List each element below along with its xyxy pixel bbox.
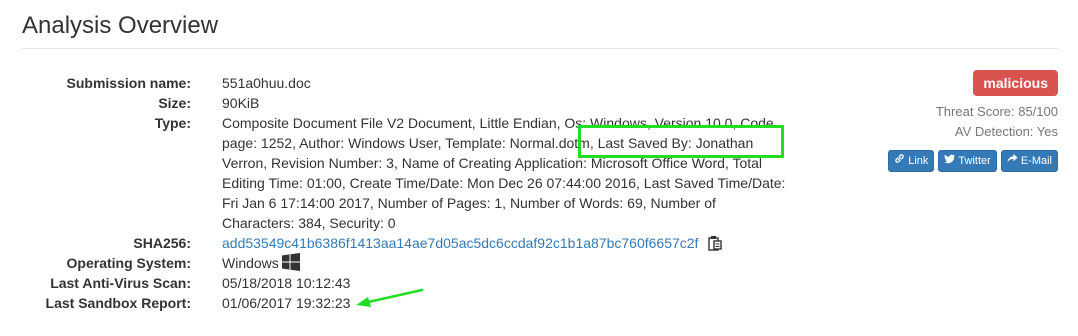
sha256-link[interactable]: add53549c41b6386f1413aa14ae7d05ac5dc6ccd… [222,233,698,253]
share-twitter-label: Twitter [958,155,991,167]
row-type: Type: Composite Document File V2 Documen… [0,113,800,233]
os-value: Windows [222,255,279,271]
av-detection: AV Detection: Yes [954,124,1058,139]
av-scan-label: Last Anti-Virus Scan: [50,275,191,291]
title-divider [22,48,1058,49]
os-label: Operating System: [66,255,191,271]
clipboard-icon[interactable] [708,235,723,251]
share-twitter-button[interactable]: Twitter [938,150,997,172]
sandbox-label: Last Sandbox Report: [45,295,191,311]
verdict-badge: malicious [973,70,1058,96]
sha256-value-container: add53549c41b6386f1413aa14ae7d05ac5dc6ccd… [222,233,787,253]
share-icon [1007,152,1018,170]
submission-name-label: Submission name: [66,75,191,91]
row-size: Size: 90KiB [0,93,800,113]
row-submission-name: Submission name: 551a0huu.doc [0,73,800,93]
windows-icon [281,253,300,271]
sha256-label: SHA256: [133,235,191,251]
twitter-icon [944,152,956,170]
sandbox-value: 01/06/2017 19:32:23 [222,295,351,311]
av-scan-value: 05/18/2018 10:12:43 [222,275,351,291]
row-operating-system: Operating System: Windows [0,253,800,273]
share-email-button[interactable]: E-Mail [1000,150,1058,172]
share-link-label: Link [908,155,929,167]
row-sha256: SHA256: add53549c41b6386f1413aa14ae7d05a… [0,233,800,253]
share-link-button[interactable]: Link [888,150,935,172]
size-label: Size: [158,95,191,111]
annotation-arrow [356,288,424,307]
submission-name-value: 551a0huu.doc [222,75,311,91]
size-value: 90KiB [222,95,260,111]
submission-details: Submission name: 551a0huu.doc Size: 90Ki… [0,73,800,313]
share-buttons: Link Twitter E-Mail [858,150,1058,172]
link-icon [894,152,905,170]
page-title: Analysis Overview [22,12,219,39]
share-email-label: E-Mail [1020,155,1052,167]
os-value-container: Windows [222,253,787,273]
threat-score: Threat Score: 85/100 [935,104,1058,119]
type-label: Type: [154,115,191,131]
type-value: Composite Document File V2 Document, Lit… [222,115,786,231]
verdict-panel: malicious Threat Score: 85/100 AV Detect… [858,70,1058,172]
